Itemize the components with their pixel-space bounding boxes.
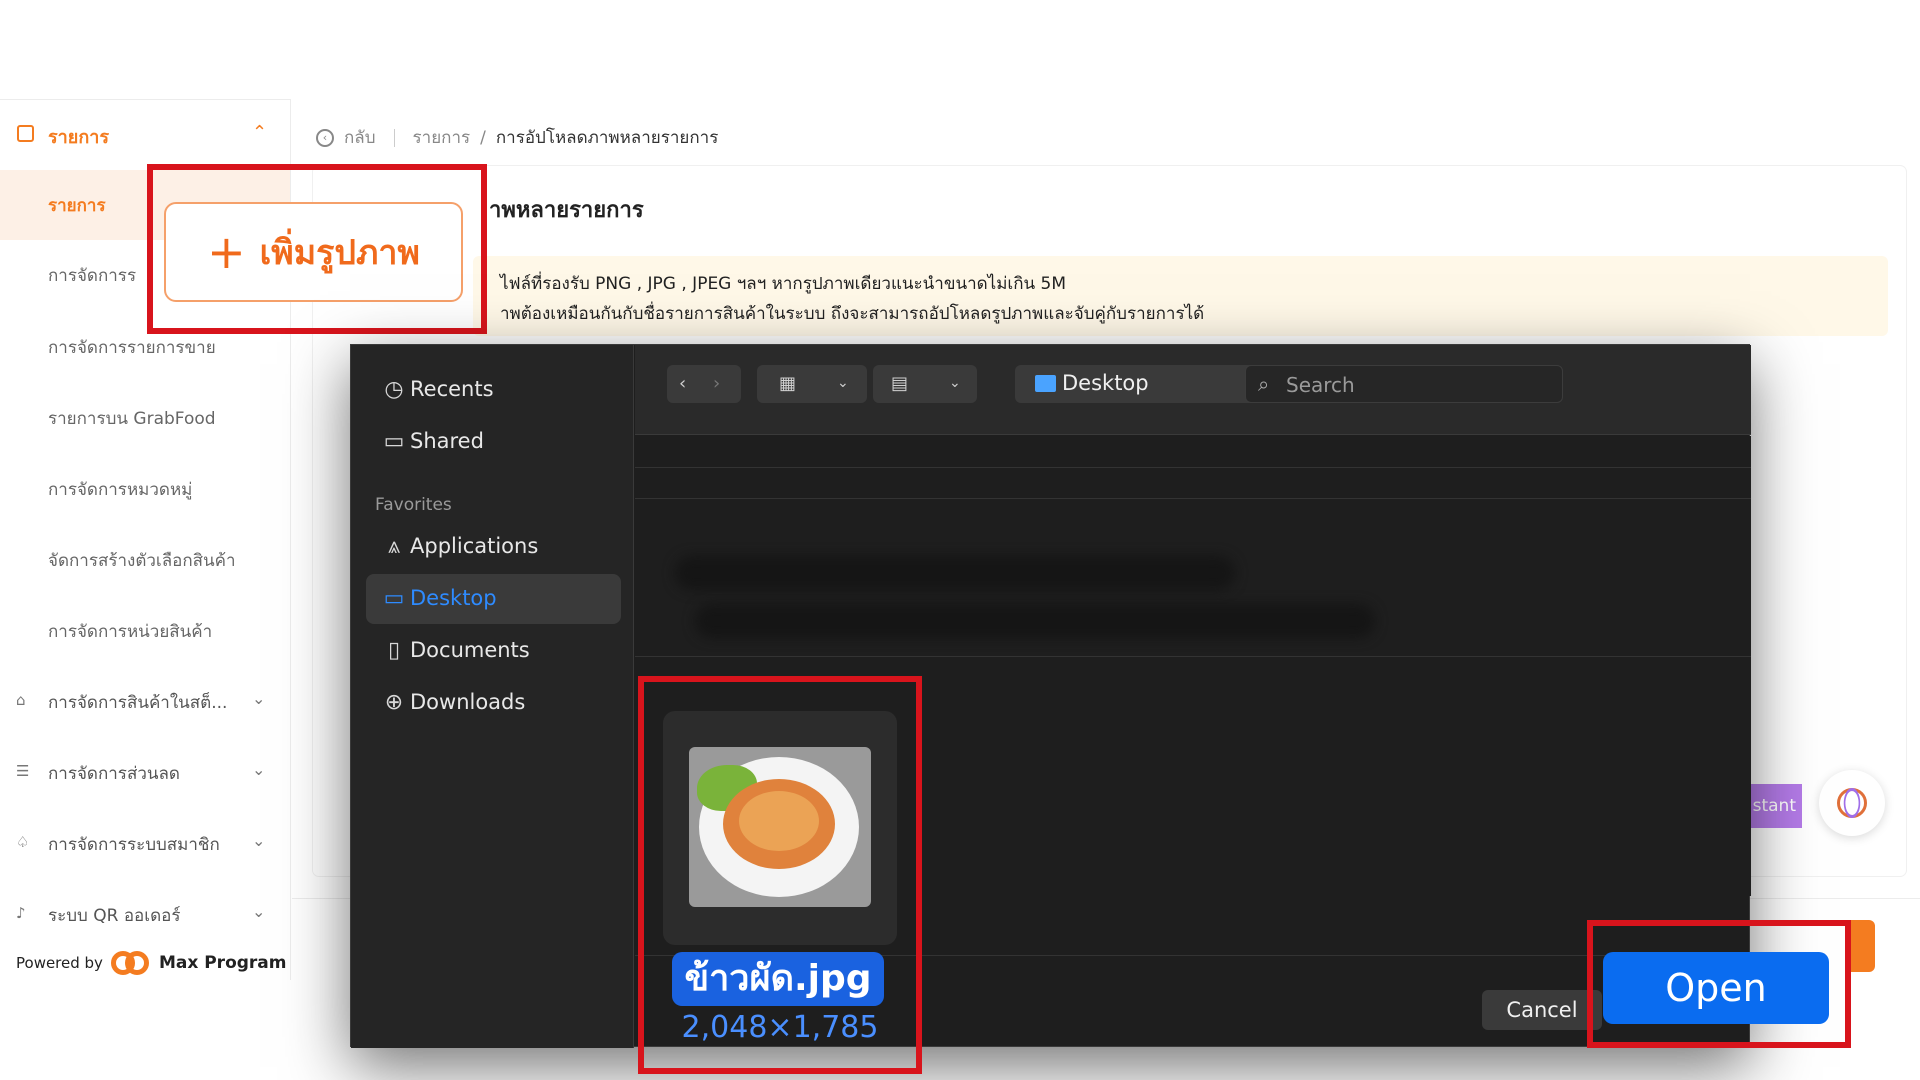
back-arrow-icon[interactable]: ‹ [679,373,686,394]
sidebar-item-options[interactable]: จัดการสร้างตัวเลือกสินค้า [0,525,290,595]
dialog-sidebar: ◷ Recents ▭ Shared Favorites ⩓ Applicati… [351,345,634,1048]
redacted-area [695,604,1375,638]
sidebar-group-label: การจัดการส่วนลด [48,764,180,784]
sidebar-item-label: Recents [410,377,494,401]
document-icon: ▯ [387,638,401,663]
sidebar-group-label: ระบบ QR ออเดอร์ [48,906,181,926]
breadcrumb-separator: / [480,127,486,148]
sidebar-item-label: รายการ [48,196,106,216]
sidebar-group-label: การจัดการสินค้าในสต็... [48,693,228,713]
sidebar-item-documents[interactable]: ▯ Documents [366,626,621,676]
add-image-button[interactable]: + เพิ่มรูปภาพ [164,202,463,302]
highlight-box [638,676,922,1074]
list-icon [17,125,34,142]
notice-box: ไฟล์ที่รองรับ PNG , JPG , JPEG ฯลฯ หากรู… [473,256,1888,336]
breadcrumb-current: การอัปโหลดภาพหลายรายการ [495,128,719,148]
sidebar-item-label: Shared [410,429,484,453]
clock-icon: ◷ [384,377,404,402]
shared-folder-icon: ▭ [383,429,405,454]
sidebar-section-label: รายการ [48,127,109,148]
search-placeholder: Search [1286,373,1355,397]
add-image-label: เพิ่มรูปภาพ [259,233,420,273]
powered-by-label: Powered by [16,954,103,972]
sidebar-item-label: จัดการสร้างตัวเลือกสินค้า [48,551,236,571]
desktop-icon: ▭ [383,586,405,611]
sidebar-group-qr-order[interactable]: ♪ ระบบ QR ออเดอร์ ⌄ [0,880,290,950]
download-icon: ⊕ [384,690,404,715]
open-button[interactable]: Open [1603,952,1829,1024]
group-grid-icon: ▤ [891,373,909,394]
view-mode-button[interactable]: ▦ ⌄ [757,365,867,403]
chevron-up-icon: ⌃ [252,122,268,143]
divider [635,656,1751,657]
notice-line: ไฟล์ที่รองรับ PNG , JPG , JPEG ฯลฯ หากรู… [500,274,1067,294]
sidebar-group-stock[interactable]: ⌂ การจัดการสินค้าในสต็... ⌄ [0,667,290,737]
applications-icon: ⩓ [387,534,401,559]
favorites-heading: Favorites [375,495,452,515]
chevron-down-icon: ⌄ [252,902,266,921]
sidebar-item-label: รายการบน GrabFood [48,409,216,429]
chevron-down-icon: ⌄ [252,689,266,708]
chevron-down-icon: ⌄ [252,760,266,779]
breadcrumb: ‹ กลับ รายการ / การอัปโหลดภาพหลายรายการ [316,124,718,151]
file-open-dialog: ◷ Recents ▭ Shared Favorites ⩓ Applicati… [350,344,1751,1048]
sidebar-item-label: การจัดการร [48,266,137,286]
group-mode-button[interactable]: ▤ ⌄ [873,365,977,403]
sidebar-item-shared[interactable]: ▭ Shared [366,417,621,467]
chevron-down-icon: ⌄ [252,831,266,850]
discount-icon: ☰ [16,762,30,780]
sidebar-group-member[interactable]: ♤ การจัดการระบบสมาชิก ⌄ [0,809,290,879]
forward-arrow-icon[interactable]: › [713,373,720,394]
page-title: าพหลายรายการ [489,198,644,223]
breadcrumb-parent[interactable]: รายการ [413,124,471,151]
sidebar-item-downloads[interactable]: ⊕ Downloads [366,678,621,728]
redacted-area [675,556,1235,590]
ai-assistant-icon[interactable] [1819,770,1885,836]
member-icon: ♤ [16,833,30,851]
plus-icon: + [207,225,246,279]
sidebar-item-label: Downloads [410,690,526,714]
bell-icon: ♪ [16,904,26,922]
divider [635,467,1751,468]
sidebar-item-label: Applications [410,534,539,558]
nav-buttons[interactable]: ‹ › [667,365,741,403]
sidebar-item-label: การจัดการหน่วยสินค้า [48,622,213,642]
sidebar-item-label: การจัดการรายการขาย [48,338,216,358]
chevron-down-icon: ⌄ [837,375,849,391]
sidebar-item-categories[interactable]: การจัดการหมวดหมู่ [0,454,290,524]
grid-icon: ▦ [779,373,797,394]
location-label: Desktop [1062,371,1149,395]
sidebar-group-discount[interactable]: ☰ การจัดการส่วนลด ⌄ [0,738,290,808]
notice-line: าพต้องเหมือนกันกับชื่อรายการสินค้าในระบบ… [500,304,1205,324]
sidebar-item-units[interactable]: การจัดการหน่วยสินค้า [0,596,290,666]
divider [635,498,1751,499]
dialog-toolbar: ‹ › ▦ ⌄ ▤ ⌄ Desktop ⇕ ⌕ Search [635,345,1751,435]
sidebar-item-applications[interactable]: ⩓ Applications [366,522,621,572]
sidebar-item-recents[interactable]: ◷ Recents [366,365,621,415]
sidebar-section-items[interactable]: รายการ ⌃ [0,100,290,170]
search-icon: ⌕ [1258,372,1270,396]
chevron-down-icon: ⌄ [949,375,961,391]
folder-icon [1035,375,1056,392]
powered-by: Powered by Max Program [16,950,287,976]
cancel-button[interactable]: Cancel [1482,990,1602,1030]
sidebar-item-label: Documents [410,638,530,662]
back-icon[interactable]: ‹ [316,128,334,147]
search-input[interactable]: ⌕ Search [1245,365,1563,403]
sidebar-item-desktop[interactable]: ▭ Desktop [366,574,621,624]
max-program-logo-icon [110,950,151,976]
brand-name: Max Program [158,953,287,973]
warehouse-icon: ⌂ [16,691,26,709]
divider [393,128,395,147]
sidebar-item-grabfood[interactable]: รายการบน GrabFood [0,383,290,453]
sidebar-item-label: การจัดการหมวดหมู่ [48,480,193,500]
sidebar-group-label: การจัดการระบบสมาชิก [48,835,220,855]
sidebar-item-label: Desktop [410,586,497,610]
page: { "sidebar": { "section_label": "รายการ"… [0,0,1920,1080]
back-link[interactable]: กลับ [344,124,376,151]
